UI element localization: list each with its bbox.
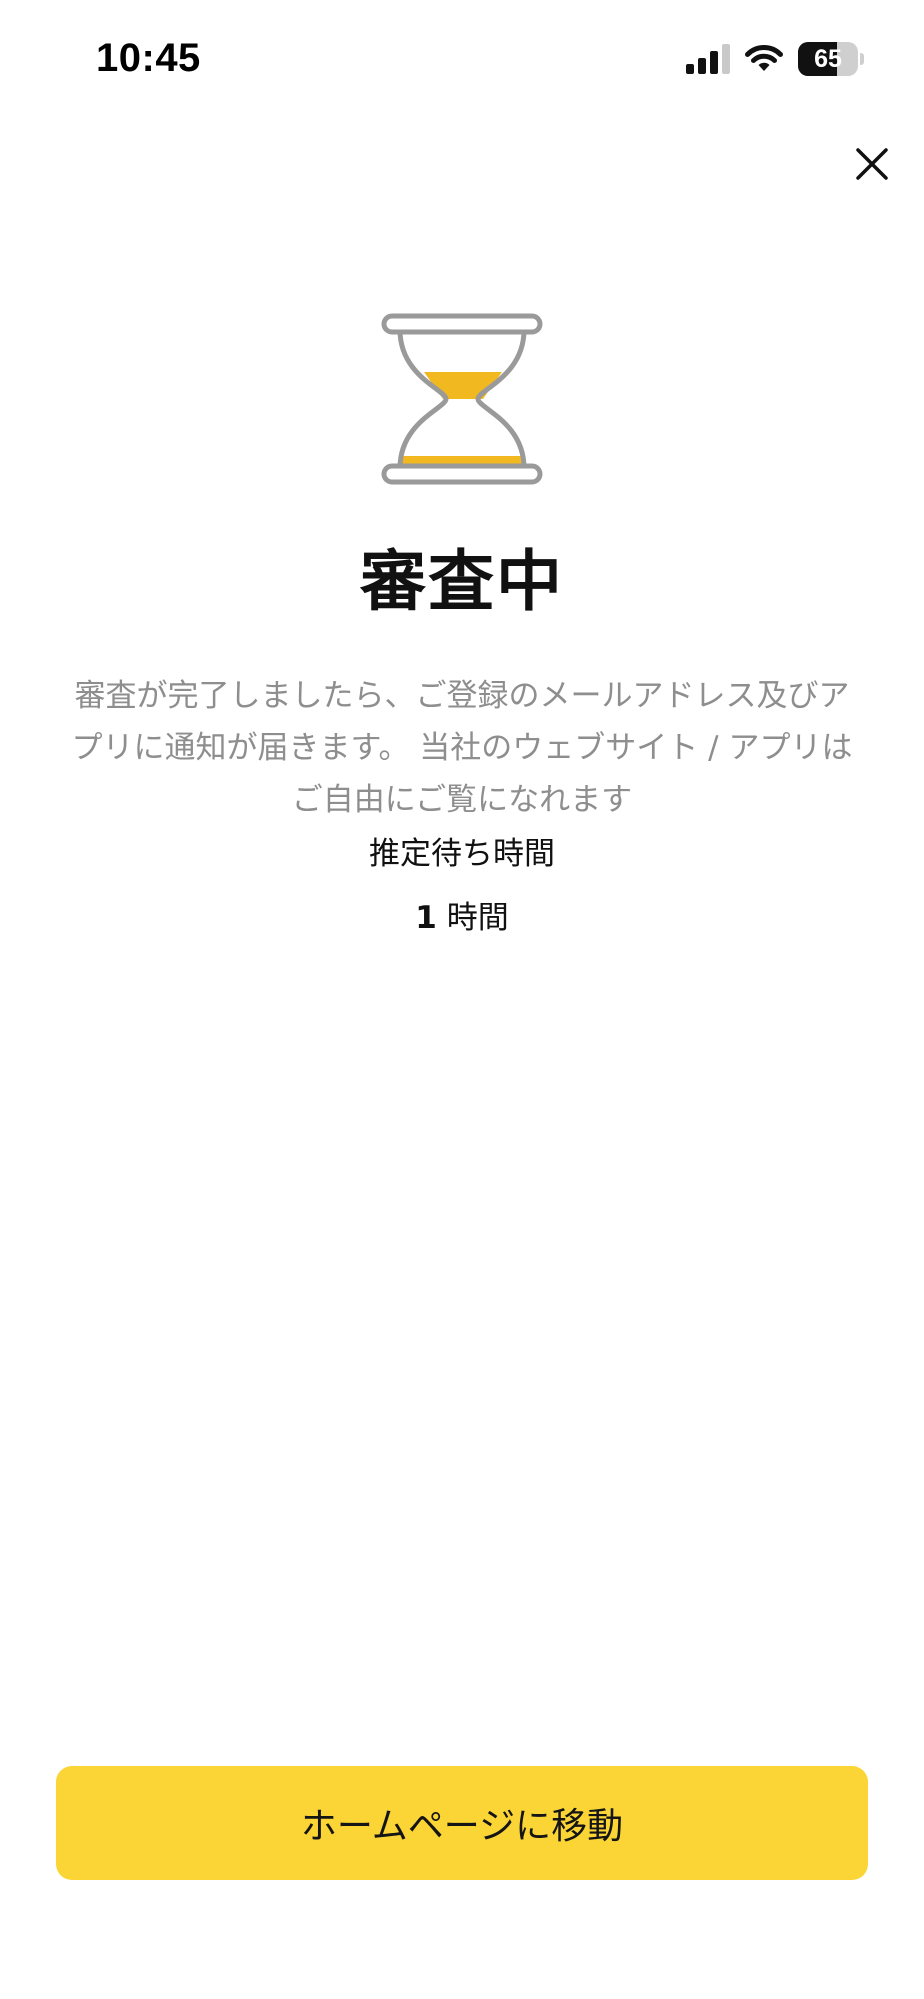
cellular-signal-icon	[686, 44, 730, 74]
status-bar: 10:45 65	[0, 0, 924, 120]
close-icon	[856, 148, 888, 180]
review-description: 審査が完了しましたら、ご登録のメールアドレス及びアプリに通知が届きます。 当社の…	[71, 678, 853, 818]
status-time: 10:45	[96, 36, 201, 80]
estimated-wait-unit: 時間	[436, 900, 509, 936]
estimated-wait-number: 1	[415, 900, 437, 936]
estimated-wait-label: 推定待ち時間	[369, 836, 555, 872]
close-button[interactable]	[846, 138, 898, 190]
battery-level: 65	[814, 45, 842, 73]
hourglass-icon	[381, 313, 543, 485]
page-title: 審査中	[360, 543, 564, 620]
estimated-wait-value: 1 時間	[0, 892, 924, 937]
go-to-homepage-button[interactable]: ホームページに移動	[56, 1766, 868, 1880]
wifi-icon	[745, 45, 783, 71]
status-indicators: 65	[686, 42, 864, 76]
battery-indicator: 65	[798, 42, 864, 76]
